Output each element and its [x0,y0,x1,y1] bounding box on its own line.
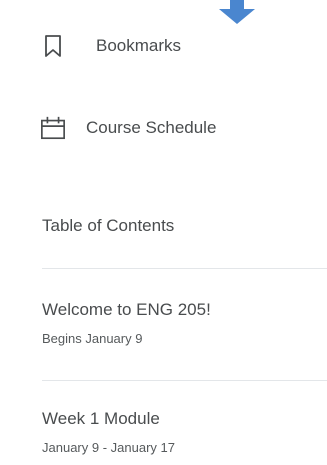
module-item-welcome[interactable]: Welcome to ENG 205! Begins January 9 [42,299,327,347]
module-title: Welcome to ENG 205! [42,300,211,319]
divider [42,268,327,269]
divider [42,380,327,381]
module-item-week-1[interactable]: Week 1 Module January 9 - January 17 [42,408,327,456]
table-of-contents-heading: Table of Contents [42,216,175,235]
module-date: Begins January 9 [42,331,143,346]
module-title: Week 1 Module [42,409,160,428]
bookmarks-label: Bookmarks [96,36,182,55]
calendar-icon [40,114,66,142]
bookmarks-link[interactable]: Bookmarks [40,30,181,62]
arrow-down-icon [219,0,255,24]
module-date: January 9 - January 17 [42,440,175,455]
course-schedule-link[interactable]: Course Schedule [40,112,216,144]
bookmark-icon [40,32,66,60]
course-schedule-label: Course Schedule [86,118,217,137]
navigation-panel: Bookmarks Course Schedule Table of Conte… [0,0,327,465]
